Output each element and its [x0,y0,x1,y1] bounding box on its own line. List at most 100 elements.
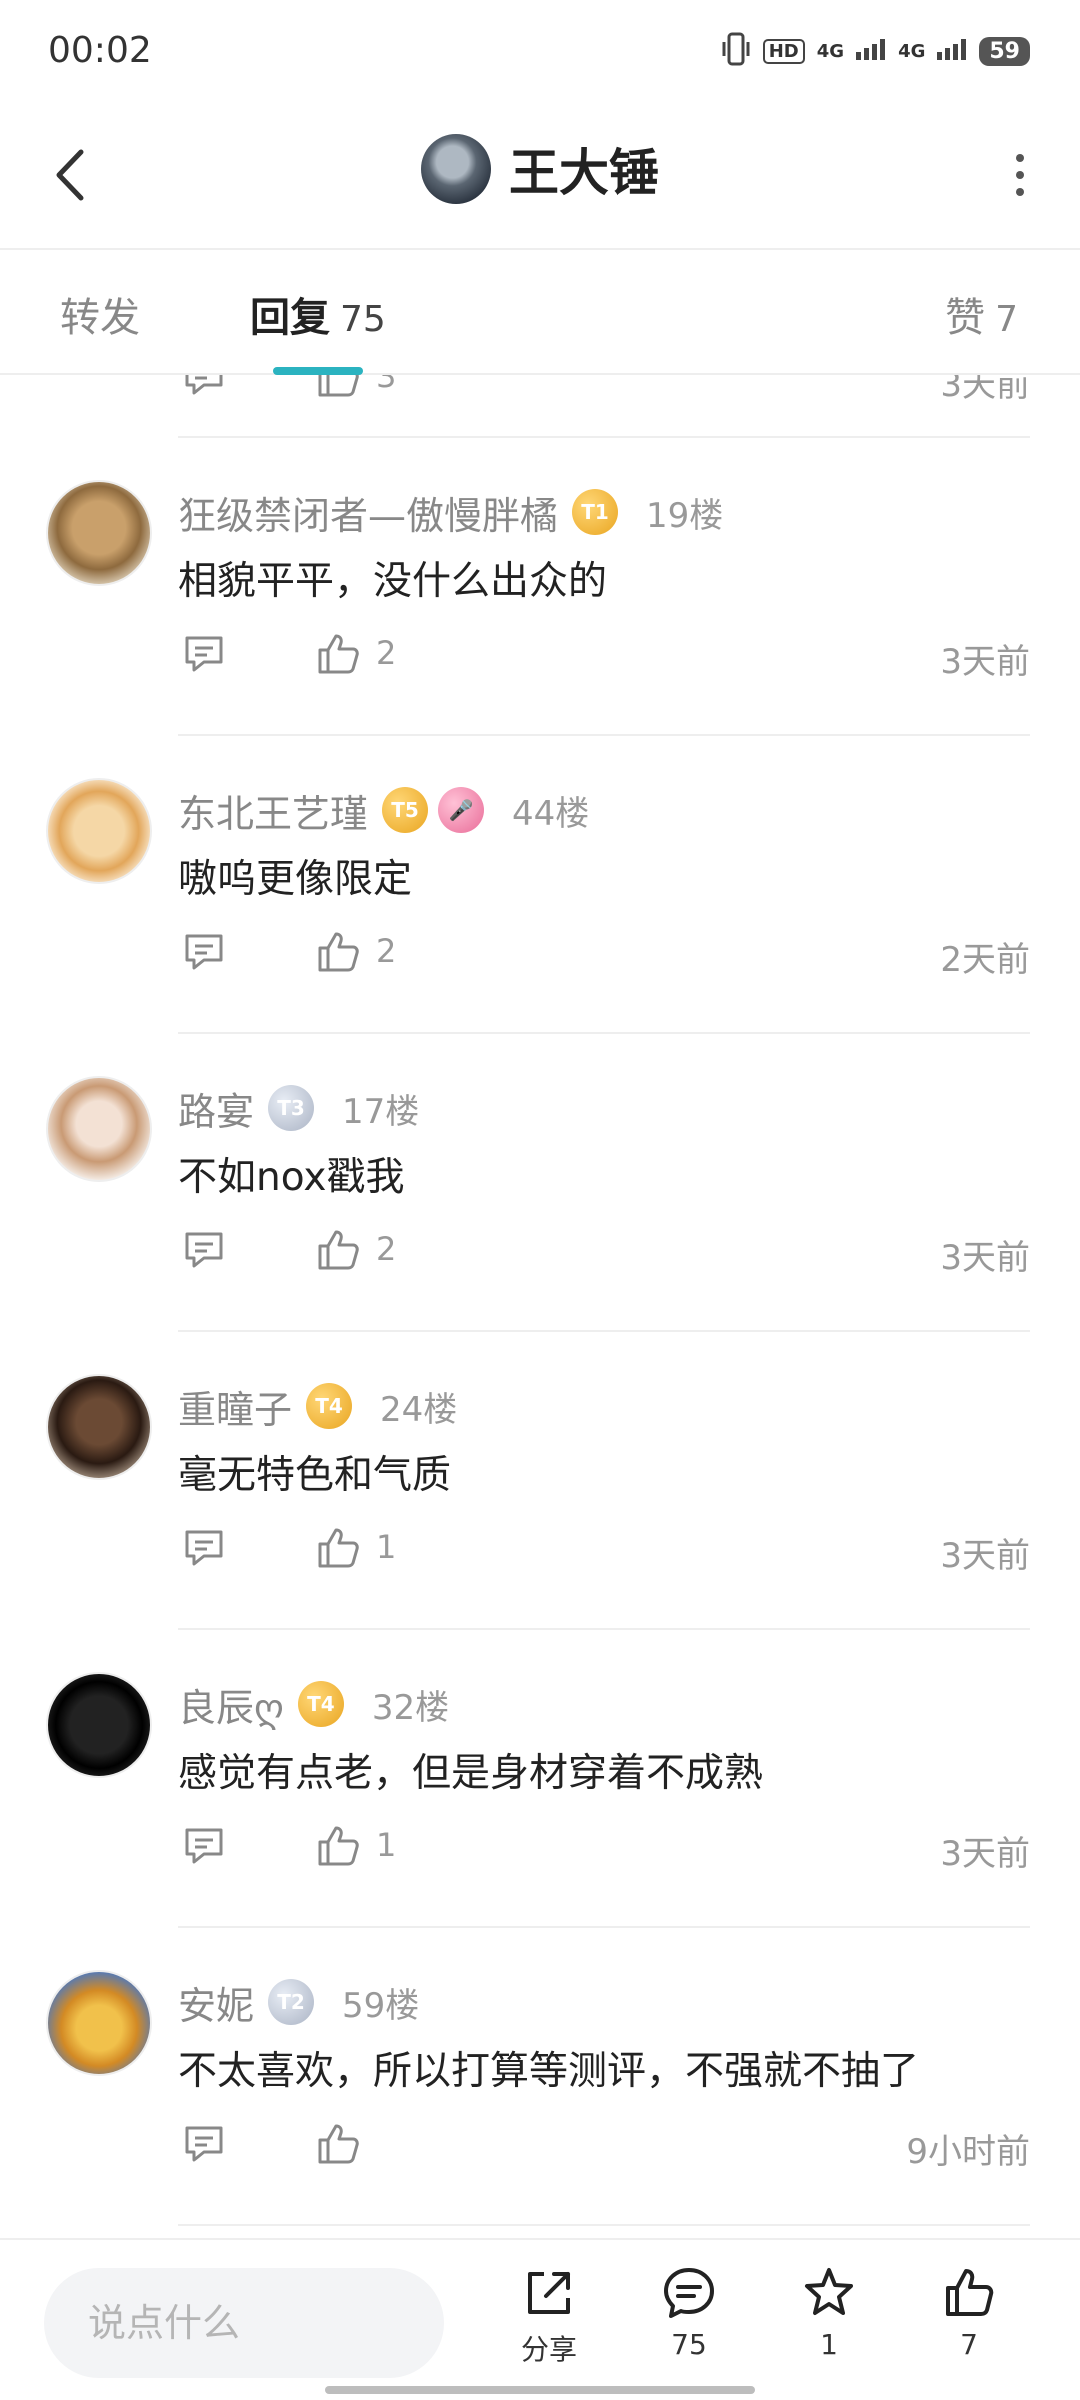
tab-bar: 转发 回复 75 赞7 [0,250,1080,375]
comment-item[interactable]: 重瞳子 T4 24楼 毫无特色和气质 1 3天前 [0,1332,1080,1630]
avatar[interactable] [46,778,152,884]
home-indicator[interactable] [325,2386,755,2394]
reply-icon[interactable] [182,375,226,403]
like-icon[interactable] [314,630,362,682]
comment-actions: 9小时前 [178,2114,1030,2174]
reply-icon[interactable] [182,1824,226,1872]
username[interactable]: 安妮 [178,1975,254,2030]
bottom-bar: 分享 75 1 7 [0,2238,1080,2400]
signal-icon [937,38,967,65]
level-badge: T3 [268,1085,315,1131]
like-icon[interactable] [314,375,362,405]
mic-badge-icon: 🎤 [438,787,485,833]
tab-reply[interactable]: 回复 75 [250,285,386,343]
status-bar: 00:02 HD 4G 4G 59 [0,0,1080,105]
like-count: 2 [376,932,397,970]
badge-group: T2 [268,1979,315,2025]
comment-time: 3天前 [940,642,1030,682]
reply-icon[interactable] [182,632,226,680]
title-group[interactable]: 王大锤 [0,133,1080,205]
badge-group: T4 [306,1383,353,1429]
dot [1016,171,1024,179]
comment-item[interactable]: 良辰ღ T4 32楼 感觉有点老，但是身材穿着不成熟 1 3天前 [0,1630,1080,1928]
comment-icon [664,2268,714,2318]
comment-actions: 2 3天前 [178,1220,1030,1280]
tab-label: 回复 [250,295,330,341]
level-badge: T4 [306,1383,353,1429]
comment-header: 重瞳子 T4 24楼 [178,1378,457,1434]
reply-icon[interactable] [182,2122,226,2170]
network-type-1: 4G [816,41,845,62]
comment-item[interactable]: 安妮 T2 59楼 不太喜欢，所以打算等测评，不强就不抽了 9小时前 [0,1928,1080,2226]
comment-header: 路宴 T3 17楼 [178,1080,419,1136]
badge-group: T1 [572,489,619,535]
like-count: 2 [376,1230,397,1268]
dot [1016,154,1024,162]
like-icon[interactable] [314,1524,362,1576]
like-button[interactable]: 7 [914,2264,1024,2361]
like-icon[interactable] [314,1226,362,1278]
more-button[interactable] [1000,145,1040,205]
like-count: 2 [376,634,397,672]
comment-button[interactable]: 75 [634,2264,744,2361]
like-icon[interactable] [314,928,362,980]
comment-actions: 2 2天前 [178,922,1030,982]
avatar[interactable] [46,480,152,586]
avatar[interactable] [46,1970,152,2076]
comment-time: 3天前 [940,1834,1030,1874]
partial-comment-actions: 3 3天前 [0,375,1080,437]
comment-input[interactable] [44,2268,444,2378]
badge-group: T4 [297,1681,344,1727]
floor-number: 32楼 [371,1687,450,1728]
comment-actions: 2 3天前 [178,624,1030,684]
comment-time: 9小时前 [906,2132,1030,2172]
page-title: 王大锤 [509,144,659,202]
battery-icon: 59 [979,37,1030,66]
share-icon [528,2272,570,2314]
reply-icon[interactable] [182,1526,226,1574]
thumbs-up-icon [946,2269,994,2316]
share-button[interactable]: 分享 [494,2264,604,2368]
reply-icon[interactable] [182,1228,226,1276]
like-count: 1 [376,1528,397,1566]
hd-indicator: HD [762,39,805,64]
avatar[interactable] [421,134,491,204]
floor-number: 17楼 [342,1091,420,1132]
comment-header: 良辰ღ T4 32楼 [178,1676,449,1732]
star-count: 1 [820,2328,838,2361]
avatar[interactable] [46,1672,152,1778]
username[interactable]: 狂级禁闭者—傲慢胖橘 [178,485,558,540]
username[interactable]: 良辰ღ [178,1677,284,1732]
comment-count: 75 [671,2328,707,2361]
comment-text: 相貌平平，没什么出众的 [178,559,608,604]
tab-forward[interactable]: 转发 [60,285,140,343]
comment-item[interactable]: 狂级禁闭者—傲慢胖橘 T1 19楼 相貌平平，没什么出众的 2 3天前 [0,438,1080,736]
star-icon [805,2268,853,2315]
tab-indicator [273,367,363,375]
floor-number: 19楼 [646,495,724,536]
username[interactable]: 东北王艺瑾 [178,783,368,838]
username[interactable]: 重瞳子 [178,1379,292,1434]
comment-item[interactable]: 东北王艺瑾 T5 🎤 44楼 嗷呜更像限定 2 2天前 [0,736,1080,1034]
like-icon[interactable] [314,1822,362,1874]
comment-item[interactable]: 路宴 T3 17楼 不如nox戳我 2 3天前 [0,1034,1080,1332]
comment-text: 毫无特色和气质 [178,1453,452,1498]
comment-actions: 1 3天前 [178,1816,1030,1876]
floor-number: 44楼 [512,793,590,834]
tab-label: 转发 [60,295,140,341]
comment-text: 嗷呜更像限定 [178,857,413,902]
avatar[interactable] [46,1076,152,1182]
username[interactable]: 路宴 [178,1081,254,1136]
tab-like[interactable]: 赞7 [945,285,1018,343]
comment-time: 2天前 [940,940,1030,980]
comment-time: 3天前 [940,375,1030,405]
comment-header: 狂级禁闭者—傲慢胖橘 T1 19楼 [178,484,723,540]
avatar[interactable] [46,1374,152,1480]
comment-time: 3天前 [940,1536,1030,1576]
like-icon[interactable] [314,2120,362,2172]
favorite-button[interactable]: 1 [774,2264,884,2361]
level-badge: T2 [268,1979,315,2025]
badge-letter: T3 [277,1096,305,1120]
reply-icon[interactable] [182,930,226,978]
comment-text: 不太喜欢，所以打算等测评，不强就不抽了 [178,2049,920,2094]
